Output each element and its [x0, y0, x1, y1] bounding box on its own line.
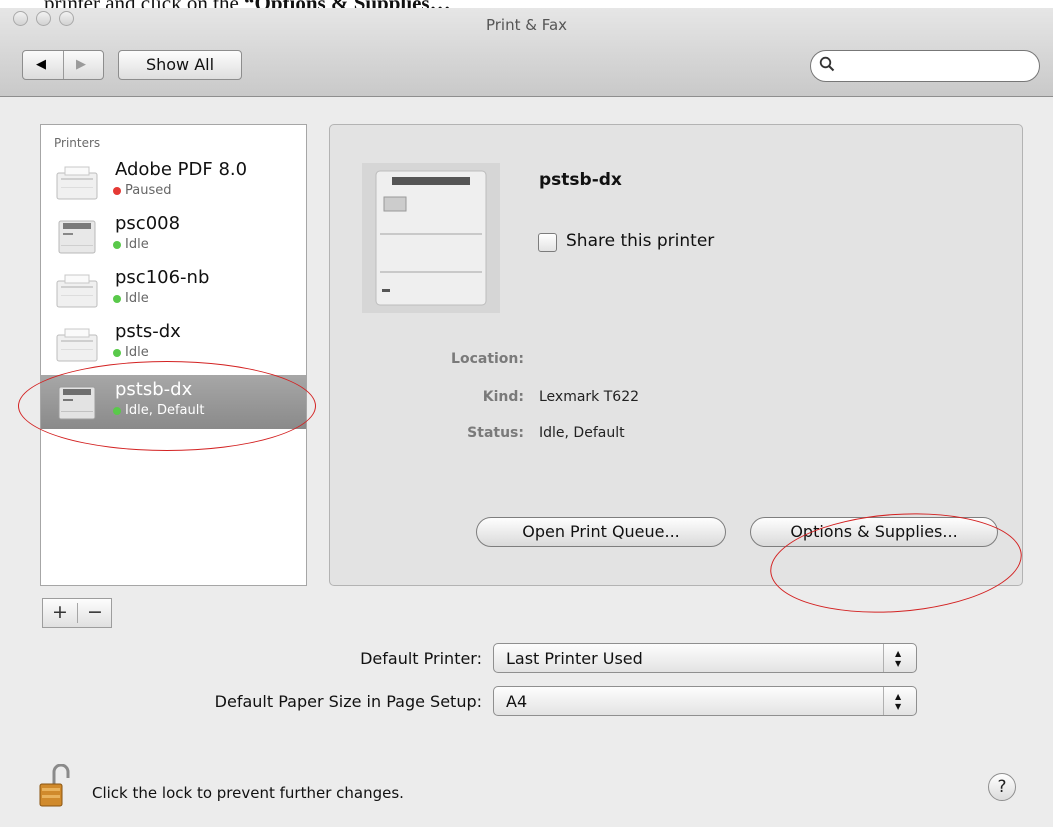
status-label: Status: — [467, 425, 524, 441]
printer-status-text: Idle — [125, 237, 149, 252]
add-remove-control: + − — [42, 598, 112, 628]
printer-icon — [56, 166, 98, 200]
printer-status: Idle — [113, 237, 149, 252]
printer-name: psc106-nb — [115, 267, 210, 288]
printer-item-psc106-nb[interactable]: psc106-nb Idle — [41, 263, 306, 317]
back-arrow-icon[interactable]: ◀ — [36, 57, 46, 72]
printer-name: psts-dx — [115, 321, 181, 342]
lock-message: Click the lock to prevent further change… — [92, 784, 404, 802]
select-stepper-icon: ▲ ▼ — [883, 644, 916, 672]
printer-status: Idle, Default — [113, 403, 204, 418]
printer-icon — [58, 386, 96, 420]
status-value: Idle, Default — [539, 425, 625, 441]
printer-item-psc008[interactable]: psc008 Idle — [41, 209, 306, 263]
kind-value: Lexmark T622 — [539, 389, 640, 405]
remove-printer-button[interactable]: − — [78, 601, 112, 623]
status-dot-icon — [113, 348, 121, 357]
printer-image-icon — [362, 163, 500, 313]
printer-status: Paused — [113, 183, 171, 198]
printer-status-text: Paused — [125, 183, 172, 198]
search-input[interactable] — [841, 56, 1030, 78]
printer-status: Idle — [113, 345, 149, 360]
default-paper-size-label: Default Paper Size in Page Setup: — [214, 692, 482, 711]
options-supplies-button[interactable]: Options & Supplies... — [750, 517, 998, 547]
show-all-button[interactable]: Show All — [118, 50, 242, 80]
status-dot-icon — [113, 406, 121, 415]
printer-name: pstsb-dx — [115, 379, 193, 400]
location-label: Location: — [451, 351, 524, 367]
printer-name: psc008 — [115, 213, 181, 234]
toolbar: Print & Fax ◀ ▶ Show All — [0, 8, 1053, 97]
printers-heading: Printers — [54, 136, 101, 150]
back-forward-control: ◀ ▶ — [22, 50, 104, 80]
default-printer-value: Last Printer Used — [506, 649, 643, 668]
printer-item-psts-dx[interactable]: psts-dx Idle — [41, 317, 306, 371]
select-stepper-icon: ▲ ▼ — [883, 687, 916, 715]
printer-detail-panel: pstsb-dx Share this printer Location: Ki… — [329, 124, 1023, 586]
printer-icon — [56, 328, 98, 362]
printer-status-text: Idle, Default — [125, 403, 205, 418]
printer-status-text: Idle — [125, 291, 149, 306]
status-dot-icon — [113, 186, 121, 195]
default-paper-size-value: A4 — [506, 692, 528, 711]
help-button[interactable]: ? — [988, 773, 1016, 801]
status-dot-icon — [113, 294, 121, 303]
default-paper-size-select[interactable]: A4 ▲ ▼ — [493, 686, 917, 716]
printer-item-adobe-pdf[interactable]: Adobe PDF 8.0 Paused — [41, 155, 306, 209]
selected-printer-name: pstsb-dx — [539, 170, 622, 190]
default-printer-label: Default Printer: — [360, 649, 482, 668]
default-printer-select[interactable]: Last Printer Used ▲ ▼ — [493, 643, 917, 673]
printer-item-pstsb-dx[interactable]: pstsb-dx Idle, Default — [41, 375, 306, 429]
status-dot-icon — [113, 240, 121, 249]
search-icon — [819, 56, 835, 76]
printer-list: Printers Adobe PDF 8.0 Paused psc008 Idl… — [40, 124, 307, 586]
add-printer-button[interactable]: + — [43, 601, 77, 623]
printer-icon — [56, 274, 98, 308]
printer-icon — [58, 220, 96, 254]
open-print-queue-button[interactable]: Open Print Queue... — [476, 517, 726, 547]
share-printer-checkbox[interactable] — [538, 233, 557, 252]
printer-name: Adobe PDF 8.0 — [115, 159, 248, 180]
window-title: Print & Fax — [485, 16, 568, 34]
kind-label: Kind: — [482, 389, 524, 405]
forward-arrow-icon[interactable]: ▶ — [76, 57, 86, 72]
printer-status-text: Idle — [125, 345, 149, 360]
segment-divider — [63, 51, 64, 79]
printer-status: Idle — [113, 291, 149, 306]
share-printer-label[interactable]: Share this printer — [566, 231, 714, 251]
print-fax-window: Print & Fax ◀ ▶ Show All Printers Adobe … — [0, 8, 1053, 827]
lock-icon[interactable] — [38, 764, 72, 808]
search-field[interactable] — [810, 50, 1040, 82]
